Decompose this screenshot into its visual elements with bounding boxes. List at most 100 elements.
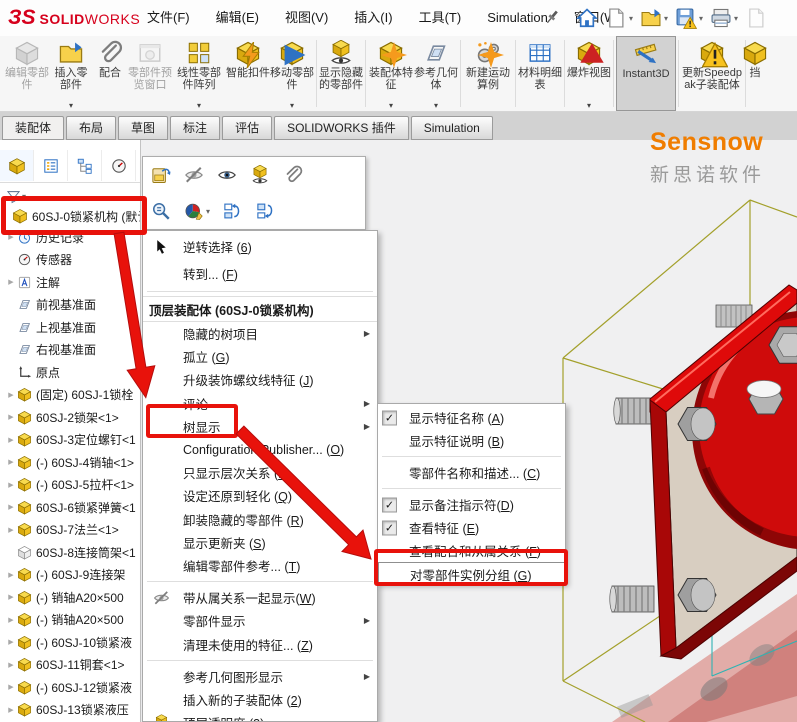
expand-arrow-icon[interactable]: ▶ [5,593,17,601]
expand-arrow-icon[interactable]: ▶ [5,436,17,444]
open-document-button[interactable]: ▾ [638,5,670,31]
display-state-button[interactable] [223,201,243,221]
menu-item-21[interactable]: 插入新的子装配体 (2) [143,688,377,711]
tree-item-9[interactable]: ▶60SJ-3定位螺钉<1 [0,429,141,452]
tree-item-6[interactable]: 原点 [0,361,141,384]
linear-component-pattern-button[interactable]: 线性零部件阵列▾ [172,36,226,111]
dropdown-caret-icon[interactable]: ▾ [69,101,73,110]
tree-item-13[interactable]: ▶60SJ-7法兰<1> [0,519,141,542]
menu-item-8[interactable]: 树显示▶ [143,415,377,438]
instant3d-button[interactable]: Instant3D [616,36,676,111]
show-hidden-components-button[interactable]: 显示隐藏的零部件 [319,36,363,111]
tab-3[interactable]: 标注 [170,116,220,140]
dropdown-caret-icon[interactable]: ▾ [587,101,591,110]
tree-item-8[interactable]: ▶60SJ-2锁架<1> [0,406,141,429]
dropdown-caret-icon[interactable]: ▾ [197,101,201,110]
submenu-item-3[interactable]: 零部件名称和描述... (C) [378,461,565,484]
tree-item-18[interactable]: ▶(-) 60SJ-10锁紧液 [0,631,141,654]
menubar-item-3[interactable]: 插入(I) [341,0,405,36]
expand-arrow-icon[interactable]: ▶ [5,458,17,466]
submenu-item-6[interactable]: ✓查看特征 (E) [378,516,565,539]
dropdown-caret-icon[interactable]: ▾ [699,14,703,23]
tree-item-0[interactable]: ▶历史记录 [0,226,141,249]
dropdown-caret-icon[interactable]: ▾ [206,207,210,216]
submenu-item-0[interactable]: ✓显示特征名称 (A) [378,406,565,429]
configuration-switch-button[interactable] [256,201,276,221]
submenu-item-1[interactable]: 显示特征说明 (B) [378,429,565,452]
menu-item-14[interactable]: 编辑零部件参考... (T) [143,554,377,577]
bill-of-materials-button[interactable]: 材料明细表 [518,36,562,111]
property-manager-tab[interactable] [34,150,68,181]
tree-item-16[interactable]: ▶(-) 销轴A20×500 [0,586,141,609]
tree-item-4[interactable]: 上视基准面 [0,316,141,339]
hide-component-button[interactable] [184,165,204,185]
tree-root-item[interactable]: 60SJ-0锁紧机构 (默认) <显示状态 [0,205,140,227]
update-speedpak-subassembly-button[interactable]: 更新Speedpak子装配体 [681,36,743,111]
submenu-item-5[interactable]: ✓显示备注指示符(D) [378,493,565,516]
tree-item-5[interactable]: 右视基准面 [0,339,141,362]
tab-0[interactable]: 装配体 [2,116,64,140]
menu-item-17[interactable]: 零部件显示▶ [143,609,377,632]
expand-arrow-icon[interactable]: ▶ [5,683,17,691]
menu-item-5[interactable]: 孤立 (G) [143,345,377,368]
tree-item-2[interactable]: ▶注解 [0,271,141,294]
assembly-features-button[interactable]: 装配体特征▾ [368,36,414,111]
new-motion-study-button[interactable]: 新建运动算例 [463,36,513,111]
tab-6[interactable]: Simulation [411,116,493,140]
zoom-to-selection-button[interactable] [151,201,171,221]
menu-item-12[interactable]: 卸装隐藏的零部件 (R) [143,508,377,531]
print-button[interactable]: ▾ [708,5,740,31]
appearance-button[interactable]: ▾ [184,201,210,221]
tab-5[interactable]: SOLIDWORKS 插件 [274,116,409,140]
dropdown-caret-icon[interactable]: ▾ [434,101,438,110]
submenu-item-7[interactable]: 查看配合和从属关系 (F) [378,539,565,562]
dropdown-caret-icon[interactable]: ▾ [734,14,738,23]
expand-arrow-icon[interactable]: ▶ [5,503,17,511]
tree-item-19[interactable]: ▶60SJ-11铜套<1> [0,654,141,677]
tree-item-11[interactable]: ▶(-) 60SJ-5拉杆<1> [0,474,141,497]
expand-arrow-icon[interactable]: ▶ [5,278,17,286]
dropdown-caret-icon[interactable]: ▾ [290,101,294,110]
pushpin-icon[interactable] [543,8,561,26]
menu-item-13[interactable]: 显示更新夹 (S) [143,531,377,554]
tree-item-1[interactable]: 传感器 [0,249,141,272]
tree-item-10[interactable]: ▶(-) 60SJ-4销轴<1> [0,451,141,474]
menubar-item-4[interactable]: 工具(T) [406,0,475,36]
tab-4[interactable]: 评估 [222,116,272,140]
expand-arrow-icon[interactable]: ▶ [5,571,17,579]
expand-arrow-icon[interactable]: ▶ [5,233,17,241]
menu-item-6[interactable]: 升级装饰螺纹线特征 (J) [143,368,377,391]
move-component-button[interactable]: 移动零部件▾ [270,36,314,111]
menubar-item-0[interactable]: 文件(F) [134,0,203,36]
tree-item-20[interactable]: ▶(-) 60SJ-12锁紧液 [0,676,141,699]
menu-item-1[interactable]: 转到... (F) [143,260,377,287]
tab-1[interactable]: 布局 [66,116,116,140]
tree-item-15[interactable]: ▶(-) 60SJ-9连接架 [0,564,141,587]
tree-item-14[interactable]: 60SJ-8连接筒架<1 [0,541,141,564]
dropdown-caret-icon[interactable]: ▾ [629,14,633,23]
menu-item-16[interactable]: 带从属关系一起显示(W) [143,586,377,609]
tree-item-3[interactable]: 前视基准面 [0,294,141,317]
mate-paperclip-button[interactable] [283,165,303,185]
partial-toolbar-icon-button[interactable] [743,5,769,31]
expand-arrow-icon[interactable]: ▶ [5,391,17,399]
clipped-button-button[interactable]: 挡 [748,36,762,111]
dropdown-caret-icon[interactable]: ▾ [389,101,393,110]
tree-item-12[interactable]: ▶60SJ-6锁紧弹簧<1 [0,496,141,519]
assembly-model[interactable] [610,285,797,659]
home-button[interactable] [574,5,600,31]
menu-item-0[interactable]: 逆转选择 (6) [143,233,377,260]
menubar-item-2[interactable]: 视图(V) [272,0,341,36]
tree-filter[interactable]: ▾ [0,187,140,205]
mate-button[interactable]: 配合 [92,36,128,111]
expand-arrow-icon[interactable]: ▶ [5,481,17,489]
dropdown-caret-icon[interactable]: ▾ [664,14,668,23]
expand-arrow-icon[interactable]: ▶ [5,638,17,646]
expand-arrow-icon[interactable]: ▶ [5,706,17,714]
edit-in-context-button[interactable] [151,165,171,185]
expand-arrow-icon[interactable]: ▶ [5,661,17,669]
expand-arrow-icon[interactable]: ▶ [5,616,17,624]
tree-item-21[interactable]: ▶60SJ-13锁紧液压 [0,699,141,722]
menu-item-18[interactable]: 清理未使用的特征... (Z) [143,632,377,655]
assembly-manager-tab[interactable] [0,150,34,181]
